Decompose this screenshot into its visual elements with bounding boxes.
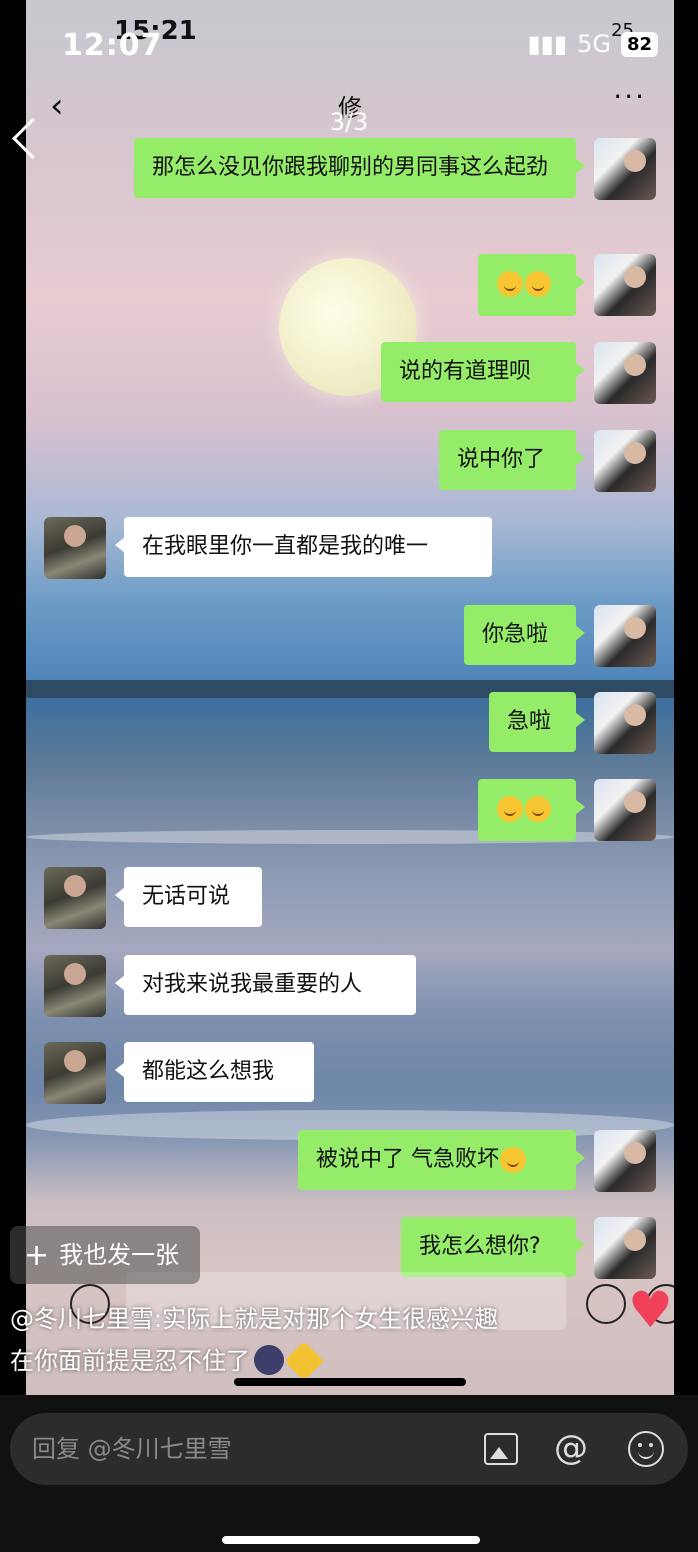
contact-avatar[interactable] — [44, 867, 106, 929]
inner-home-indicator — [234, 1378, 466, 1386]
my-avatar[interactable] — [594, 692, 656, 754]
heart-icon[interactable]: ♥ — [628, 1284, 680, 1336]
smile-emoji-icon — [525, 271, 551, 297]
signal-icon: ▮▮▮ — [527, 30, 568, 58]
message-bubble-sent: 那怎么没见你跟我聊别的男同事这么起劲 — [134, 138, 585, 198]
reply-bar: 回复 @冬川七里雪 @ — [0, 1395, 698, 1552]
caption-line: @冬川七里雪:实际上就是对那个女生很感兴趣 — [10, 1305, 499, 1333]
message-bubble-sent: 说的有道理呗 — [381, 342, 585, 402]
network-label: 5G — [577, 30, 611, 58]
my-avatar[interactable] — [594, 138, 656, 200]
sea-horizon — [26, 680, 674, 698]
plus-icon: + — [24, 1238, 50, 1273]
contact-avatar[interactable] — [44, 1042, 106, 1104]
heart-emoji-icon — [284, 1341, 324, 1381]
smile-emoji-icon — [525, 796, 551, 822]
battery-level: 82 — [620, 31, 658, 57]
message-bubble-sent: 说中你了 — [439, 430, 585, 490]
my-avatar[interactable] — [594, 254, 656, 316]
message-bubble-sent — [478, 779, 585, 841]
image-icon[interactable] — [484, 1433, 518, 1465]
smile-icon[interactable] — [628, 1431, 664, 1467]
at-icon[interactable]: @ — [554, 1431, 588, 1465]
smile-emoji-icon — [497, 271, 523, 297]
smile-emoji-icon — [497, 796, 523, 822]
my-avatar[interactable] — [594, 342, 656, 404]
status-time: 12:07 — [62, 28, 163, 63]
message-bubble-received: 都能这么想我 — [115, 1042, 314, 1102]
message-bubble-sent — [478, 254, 585, 316]
message-bubble-received: 在我眼里你一直都是我的唯一 — [115, 517, 492, 577]
contact-avatar[interactable] — [44, 955, 106, 1017]
moon-emoji-icon — [254, 1345, 284, 1375]
message-bubble-received: 对我来说我最重要的人 — [115, 955, 416, 1015]
post-too-button[interactable]: + 我也发一张 — [10, 1226, 200, 1284]
message-bubble-sent: 急啦 — [489, 692, 585, 752]
message-bubble-sent: 你急啦 — [464, 605, 585, 665]
comment-caption: @冬川七里雪:实际上就是对那个女生很感兴趣 在你面前提是忍不住了 — [10, 1298, 610, 1382]
message-bubble-received: 无话可说 — [115, 867, 262, 927]
caption-text: 在你面前提是忍不住了 — [10, 1347, 250, 1375]
message-bubble-sent: 我怎么想你? — [401, 1217, 585, 1277]
page-counter: 3/3 — [329, 108, 369, 136]
my-avatar[interactable] — [594, 1217, 656, 1279]
my-avatar[interactable] — [594, 1130, 656, 1192]
smile-emoji-icon — [500, 1147, 526, 1173]
my-avatar[interactable] — [594, 605, 656, 667]
caption-line-2: 在你面前提是忍不住了 — [10, 1340, 610, 1382]
wave — [26, 830, 674, 844]
my-avatar[interactable] — [594, 430, 656, 492]
message-bubble-sent: 被说中了 气急败坏 — [298, 1130, 585, 1190]
post-too-label: 我也发一张 — [59, 1241, 180, 1269]
status-indicators: ▮▮▮ 5G 82 — [527, 30, 658, 58]
outer-status-bar: 12:07 ▮▮▮ 5G 82 — [0, 0, 698, 90]
contact-avatar[interactable] — [44, 517, 106, 579]
message-text: 被说中了 气急败坏 — [316, 1147, 499, 1172]
chat-screenshot: 15:21 25 ‹ 修 ··· 那怎么没见你跟我聊别的男同事这么起劲 说的有道… — [26, 0, 674, 1395]
my-avatar[interactable] — [594, 779, 656, 841]
home-indicator — [222, 1536, 480, 1544]
